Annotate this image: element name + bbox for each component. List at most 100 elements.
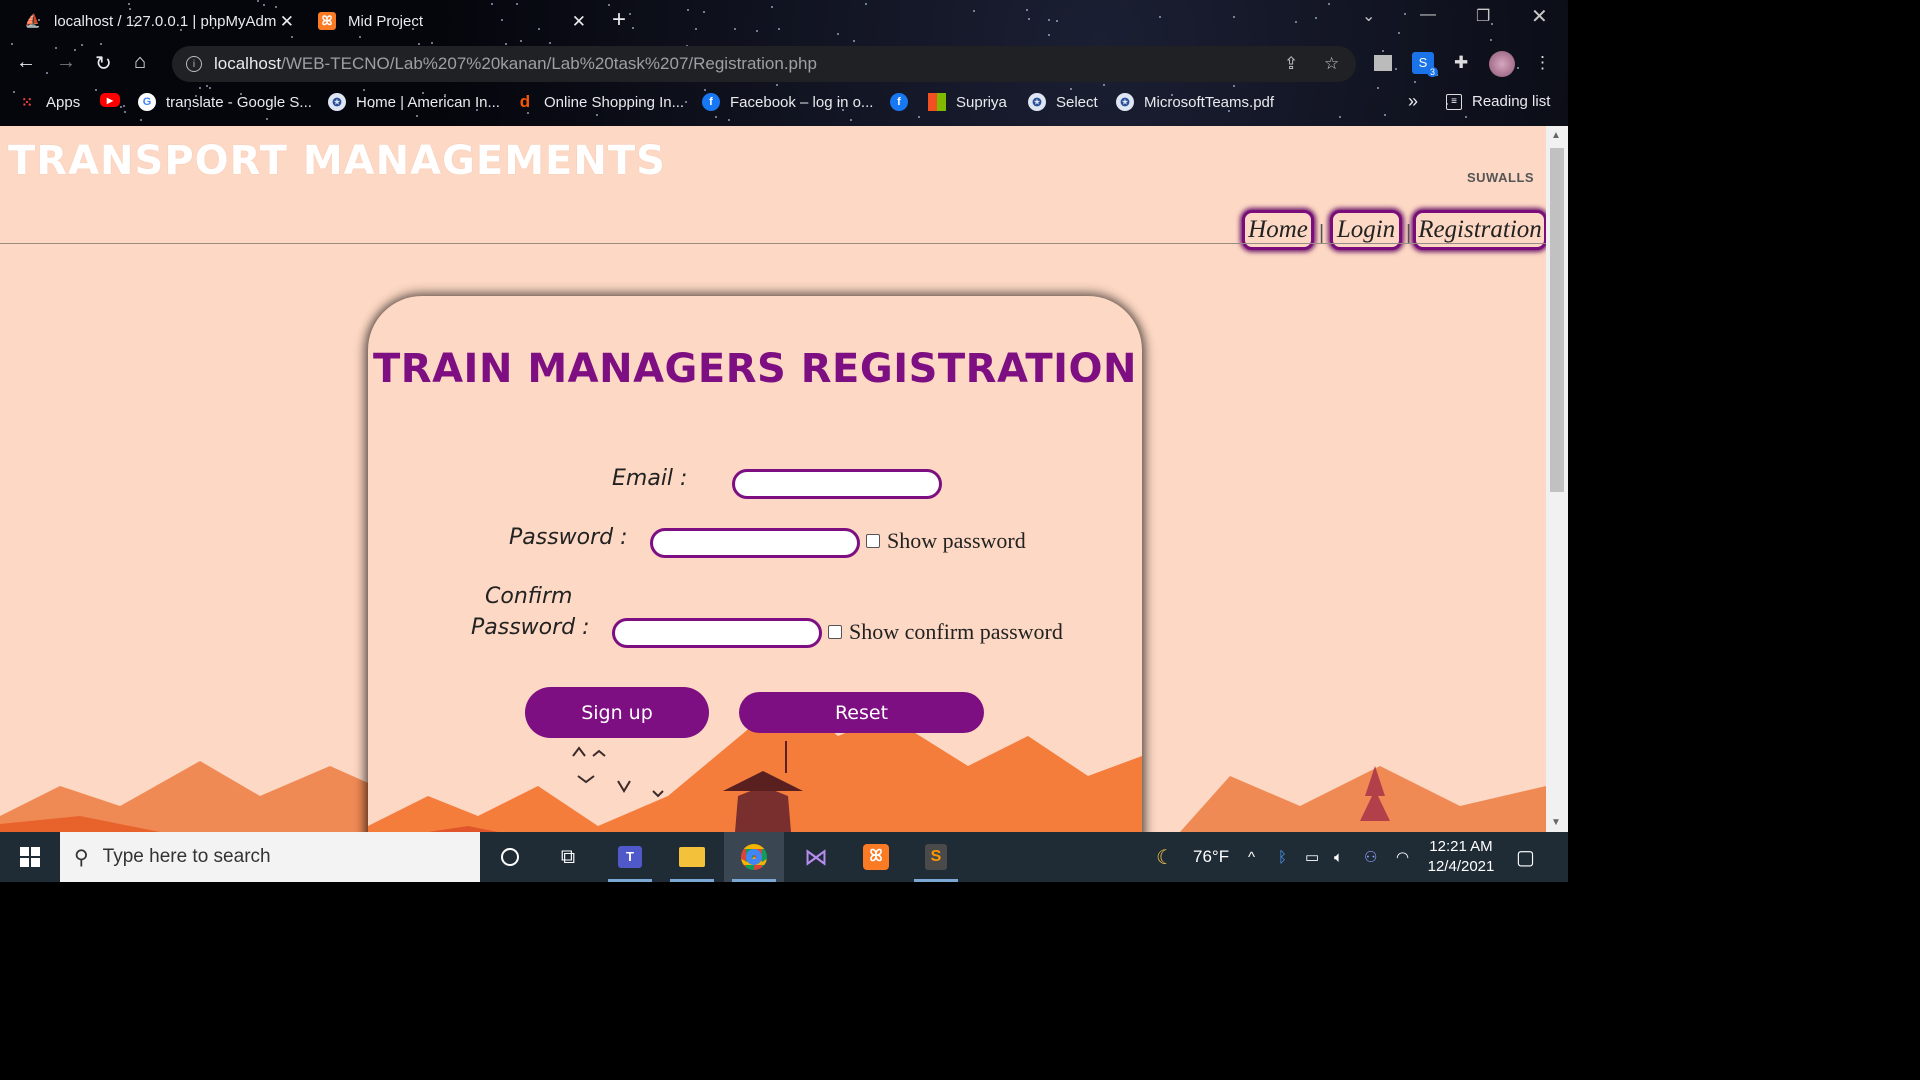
bookmark-aiub-home[interactable]: ✪ Home | American In... bbox=[328, 93, 500, 111]
form-title: TRAIN MANAGERS REGISTRATION bbox=[373, 346, 1137, 392]
clock-date: 12/4/2021 bbox=[1427, 858, 1495, 875]
signup-button[interactable]: Sign up bbox=[525, 687, 709, 738]
bookmark-label: Apps bbox=[46, 93, 81, 111]
taskbar-search[interactable]: ⚲ Type here to search bbox=[60, 832, 480, 882]
show-password-checkbox[interactable] bbox=[866, 534, 880, 548]
bookmark-facebook[interactable]: f Facebook – log in o... bbox=[702, 93, 873, 111]
confirm-password-input[interactable] bbox=[612, 618, 822, 648]
browser-chrome: ⛵ localhost / 127.0.0.1 | phpMyAdm ✕ ꕤ M… bbox=[0, 0, 1568, 126]
reload-icon[interactable]: ↻ bbox=[95, 51, 112, 76]
facebook-icon: f bbox=[702, 93, 720, 111]
home-icon[interactable]: ⌂ bbox=[134, 51, 146, 74]
aiub-icon: ✪ bbox=[1116, 93, 1134, 111]
site-info-icon[interactable]: i bbox=[186, 56, 202, 72]
back-icon[interactable]: ← bbox=[16, 51, 36, 74]
task-view-icon[interactable]: ⧉ bbox=[538, 832, 598, 882]
email-input[interactable] bbox=[732, 469, 942, 499]
tab-title: Mid Project bbox=[348, 12, 424, 30]
volume-icon[interactable]: 🔈︎ bbox=[1334, 832, 1343, 882]
xampp-icon: ꕤ bbox=[318, 12, 336, 30]
puzzle-extensions-icon[interactable]: ✚ bbox=[1454, 53, 1468, 73]
youtube-icon: ▶ bbox=[100, 93, 120, 107]
new-tab-icon[interactable]: + bbox=[612, 6, 626, 34]
password-label: Password : bbox=[509, 525, 628, 550]
bookmark-supriya[interactable]: Supriya bbox=[928, 93, 1007, 111]
nav-registration[interactable]: Registration bbox=[1413, 210, 1547, 250]
extension-badge: 3 bbox=[1427, 67, 1439, 77]
show-hidden-icons-icon[interactable]: ^ bbox=[1248, 832, 1255, 882]
restore-icon[interactable]: ❐ bbox=[1476, 6, 1490, 26]
teams-app-icon[interactable]: T bbox=[600, 832, 660, 882]
search-icon: ⚲ bbox=[74, 846, 89, 869]
password-input[interactable] bbox=[650, 528, 860, 558]
xampp-app-icon[interactable]: ꕤ bbox=[846, 832, 906, 882]
bookmark-teams-pdf[interactable]: ✪ MicrosoftTeams.pdf bbox=[1116, 93, 1274, 111]
watermark-brand: SUWALLS bbox=[1467, 170, 1535, 185]
file-explorer-icon[interactable] bbox=[662, 832, 722, 882]
cortana-icon[interactable] bbox=[480, 832, 540, 882]
clock[interactable]: 12:21 AM 12/4/2021 bbox=[1424, 832, 1498, 882]
bookmark-star-icon[interactable]: ☆ bbox=[1324, 54, 1339, 74]
reset-button[interactable]: Reset bbox=[739, 692, 984, 733]
close-tab-icon[interactable]: ✕ bbox=[280, 12, 294, 32]
tab-search-icon[interactable]: ⌄ bbox=[1362, 6, 1375, 26]
tab-phpmyadmin[interactable]: ⛵ localhost / 127.0.0.1 | phpMyAdm ✕ bbox=[24, 0, 294, 42]
extension-square-icon[interactable] bbox=[1374, 55, 1392, 71]
address-bar[interactable]: i localhost/WEB-TECNO/Lab%207%20kanan/La… bbox=[172, 46, 1356, 82]
teams-tray-icon[interactable]: ⚇ bbox=[1364, 832, 1377, 882]
reading-list[interactable]: ≡ Reading list bbox=[1446, 93, 1550, 110]
more-bookmarks-icon[interactable]: » bbox=[1408, 91, 1418, 112]
wifi-icon[interactable]: ◠ bbox=[1396, 832, 1409, 882]
confirm-password-label-line2: Password : bbox=[471, 615, 590, 640]
header-divider bbox=[0, 243, 1546, 244]
reading-list-icon: ≡ bbox=[1446, 93, 1462, 110]
weather-moon-icon[interactable]: ☾ bbox=[1156, 832, 1174, 882]
show-confirm-password-label: Show confirm password bbox=[849, 619, 1063, 644]
reading-list-label: Reading list bbox=[1472, 93, 1551, 110]
tab-mid-project[interactable]: ꕤ Mid Project ✕ bbox=[318, 0, 586, 42]
sublime-text-icon[interactable]: S bbox=[906, 832, 966, 882]
bookmark-daraz[interactable]: d Online Shopping In... bbox=[516, 92, 685, 111]
confirm-password-label-line1: Confirm bbox=[485, 584, 573, 609]
notifications-icon[interactable]: ▢ bbox=[1516, 832, 1535, 882]
tab-title: localhost / 127.0.0.1 | phpMyAdm bbox=[54, 12, 277, 30]
browser-toolbar: ← → ↻ ⌂ i localhost/WEB-TECNO/Lab%207%20… bbox=[0, 42, 1568, 86]
show-confirm-password-checkbox[interactable] bbox=[828, 625, 842, 639]
start-button[interactable] bbox=[0, 832, 60, 882]
page-scrollbar[interactable]: ▲ ▼ bbox=[1546, 126, 1568, 832]
forward-icon[interactable]: → bbox=[56, 51, 76, 74]
scroll-up-icon[interactable]: ▲ bbox=[1551, 130, 1561, 141]
nav-separator: | bbox=[1406, 222, 1412, 244]
bookmark-translate[interactable]: G translate - Google S... bbox=[138, 93, 312, 111]
close-window-icon[interactable]: ✕ bbox=[1531, 4, 1548, 29]
bookmark-select[interactable]: ✪ Select bbox=[1028, 93, 1098, 111]
battery-icon[interactable]: ▭ bbox=[1305, 832, 1319, 882]
bookmark-label: Facebook – log in o... bbox=[730, 93, 874, 111]
profile-avatar[interactable] bbox=[1489, 51, 1515, 77]
minimize-icon[interactable]: — bbox=[1420, 6, 1436, 24]
aiub-icon: ✪ bbox=[1028, 93, 1046, 111]
bookmark-youtube[interactable]: ▶ bbox=[100, 93, 130, 107]
nav-separator: | bbox=[1319, 222, 1325, 244]
bluetooth-icon[interactable]: ᛒ bbox=[1278, 832, 1287, 882]
windows-logo-icon bbox=[20, 847, 40, 867]
email-label: Email : bbox=[612, 466, 688, 491]
visual-studio-icon[interactable]: ⋈ bbox=[786, 832, 846, 882]
close-tab-icon[interactable]: ✕ bbox=[572, 12, 586, 32]
page-viewport: TRANSPORT MANAGEMENTS SUWALLS Home | Log… bbox=[0, 126, 1568, 832]
clock-time: 12:21 AM bbox=[1429, 838, 1493, 855]
scroll-down-icon[interactable]: ▼ bbox=[1551, 817, 1561, 828]
apps-grid-icon: ⁙ bbox=[21, 93, 33, 110]
share-icon[interactable]: ⇪ bbox=[1284, 54, 1298, 74]
menu-kebab-icon[interactable]: ⋮ bbox=[1534, 53, 1551, 73]
weather-temperature[interactable]: 76°F bbox=[1193, 832, 1229, 882]
bookmark-facebook-2[interactable]: f bbox=[890, 93, 918, 111]
bookmark-apps[interactable]: ⁙ Apps bbox=[18, 93, 80, 111]
nav-login[interactable]: Login bbox=[1330, 210, 1402, 250]
chrome-app-icon[interactable] bbox=[724, 832, 784, 882]
windows-taskbar: ⚲ Type here to search ⧉ T ⋈ ꕤ S ☾ 76°F ^… bbox=[0, 832, 1568, 882]
bookmark-label: Online Shopping In... bbox=[544, 93, 685, 111]
nav-home[interactable]: Home bbox=[1242, 210, 1314, 250]
scroll-thumb[interactable] bbox=[1550, 148, 1564, 492]
google-icon: G bbox=[138, 93, 156, 111]
